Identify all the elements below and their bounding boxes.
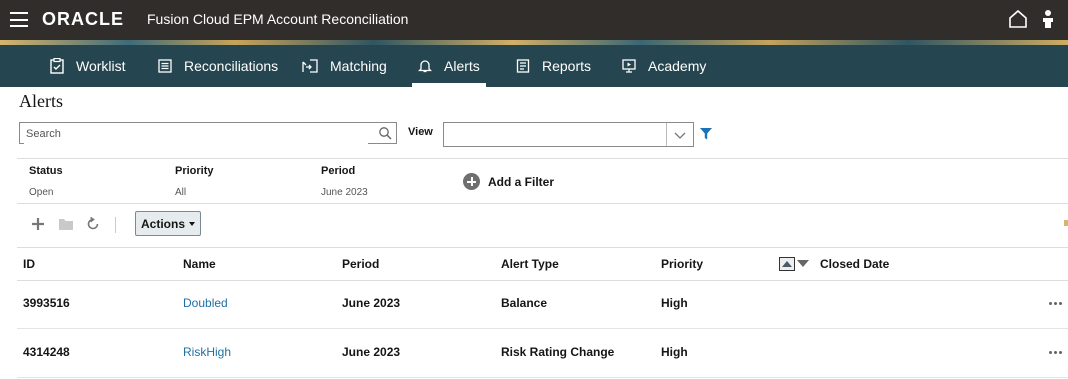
tab-label: Academy [648,58,707,74]
cell-period: June 2023 [342,296,401,310]
add-icon[interactable] [31,217,45,231]
refresh-icon[interactable] [86,217,100,231]
cell-priority: High [661,345,688,359]
cell-alert-type: Risk Rating Change [501,345,615,359]
cell-id: 4314248 [23,345,70,359]
column-header-name[interactable]: Name [183,257,216,271]
search-field[interactable] [19,122,397,144]
more-options-icon[interactable] [1049,302,1065,306]
column-header-closed-date[interactable]: Closed Date [820,257,889,271]
tab-academy[interactable]: Academy [622,45,706,87]
search-icon[interactable] [378,126,392,140]
filter-bar: Status Open Priority All Period June 202… [17,158,1068,204]
table-row[interactable]: 4314248 RiskHigh June 2023 Risk Rating C… [17,329,1068,378]
tab-alerts[interactable]: Alerts [412,45,486,87]
cell-priority: High [661,296,688,310]
tab-reconciliations[interactable]: Reconciliations [158,45,278,87]
tab-label: Reports [542,58,592,74]
tab-label: Reconciliations [184,58,279,74]
table-toolbar: Actions [17,205,1068,245]
tab-worklist[interactable]: Worklist [50,45,126,87]
caret-down-icon [189,221,195,226]
actions-button[interactable]: Actions [135,211,201,236]
add-filter-label: Add a Filter [488,174,555,189]
scroll-indicator [1064,220,1068,226]
filter-period-label: Period [321,165,356,177]
table-header: ID Name Period Alert Type Priority Close… [17,247,1068,281]
actions-label: Actions [140,216,185,231]
home-icon[interactable] [1008,9,1028,29]
column-header-id[interactable]: ID [23,257,35,271]
match-arrows-icon [302,59,318,73]
filter-status-label: Status [29,165,63,177]
top-bar: ORACLE Fusion Cloud EPM Account Reconcil… [0,0,1068,40]
clipboard-check-icon [50,58,64,74]
cell-name-link[interactable]: RiskHigh [183,345,231,359]
page-title: Alerts [19,91,63,111]
play-video-icon [622,59,636,73]
add-filter-button[interactable]: Add a Filter [463,173,554,190]
oracle-logo: ORACLE [42,9,124,29]
view-select[interactable] [443,122,694,147]
column-header-alert-type[interactable]: Alert Type [501,257,559,271]
plus-circle-icon [463,173,480,190]
view-label: View [408,126,433,138]
list-icon [158,59,172,73]
toolbar-divider [115,217,116,233]
cell-alert-type: Balance [501,296,548,310]
select-divider [666,123,667,146]
report-icon [516,59,530,73]
sort-ascending-icon[interactable] [779,257,795,271]
cell-id: 3993516 [23,296,70,310]
cell-name-link[interactable]: Doubled [183,296,228,310]
filter-icon[interactable] [700,128,712,140]
filter-priority-value[interactable]: All [175,187,186,198]
sort-descending-icon[interactable] [797,260,809,267]
app-title: Fusion Cloud EPM Account Reconciliation [147,11,409,27]
main-nav: Worklist Reconciliations Matching Alerts… [0,45,1068,87]
cell-period: June 2023 [342,345,401,359]
table-row[interactable]: 3993516 Doubled June 2023 Balance High [17,280,1068,329]
chevron-down-icon[interactable] [674,130,686,140]
filter-priority-label: Priority [175,165,214,177]
tab-label: Matching [330,58,387,74]
search-input[interactable] [24,124,368,144]
column-header-period[interactable]: Period [342,257,379,271]
column-header-priority[interactable]: Priority [661,257,703,271]
bell-icon [418,60,432,73]
more-options-icon[interactable] [1049,351,1065,355]
tab-matching[interactable]: Matching [302,45,387,87]
filter-period-value[interactable]: June 2023 [321,187,368,198]
tab-label: Worklist [76,58,126,74]
filter-status-value[interactable]: Open [29,187,53,198]
hamburger-menu-icon[interactable] [10,12,28,27]
folder-icon[interactable] [58,217,74,231]
tab-reports[interactable]: Reports [516,45,591,87]
user-icon[interactable] [1040,9,1056,29]
tab-label: Alerts [444,58,480,74]
